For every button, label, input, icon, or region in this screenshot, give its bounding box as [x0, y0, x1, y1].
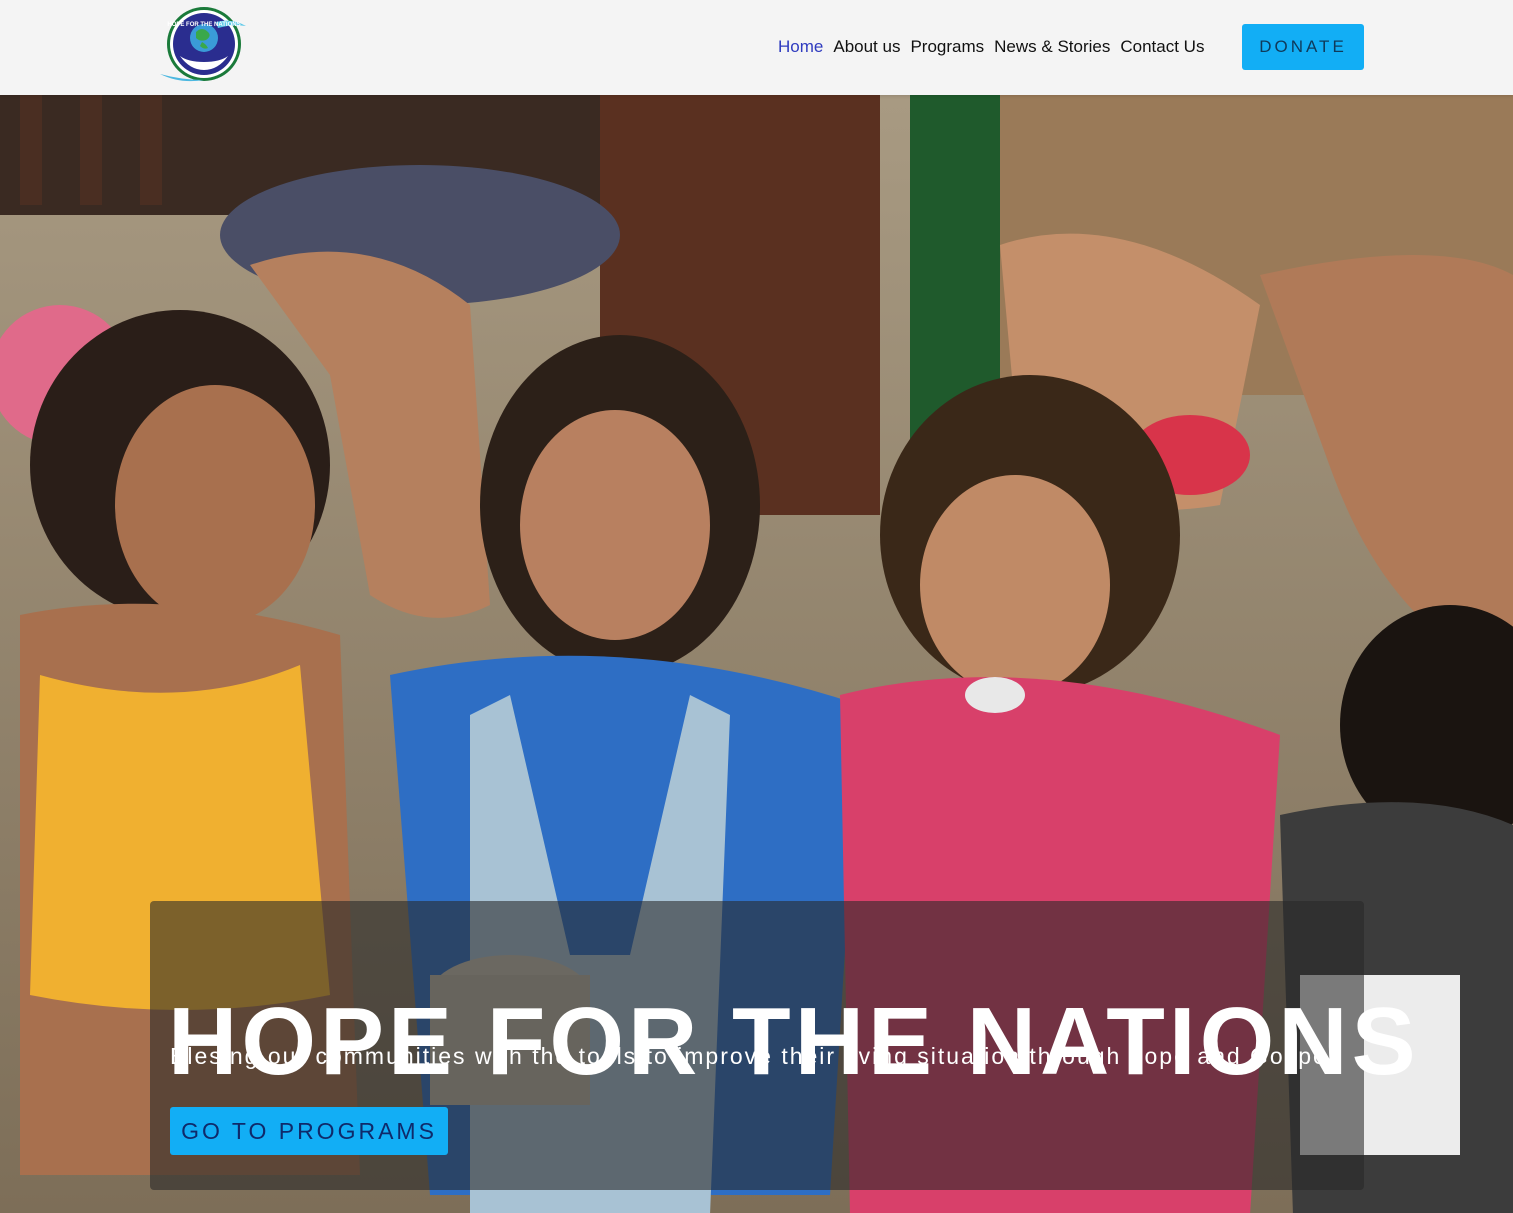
- nav-home[interactable]: Home: [778, 36, 823, 58]
- logo-text: HOPE FOR THE NATIONS: [167, 22, 240, 28]
- donate-button[interactable]: DONATE: [1242, 24, 1364, 70]
- nav-about-us[interactable]: About us: [833, 36, 900, 58]
- go-to-programs-button[interactable]: GO TO PROGRAMS: [170, 1107, 448, 1155]
- main-nav: Home About us Programs News & Stories Co…: [778, 36, 1214, 58]
- nav-news-stories[interactable]: News & Stories: [994, 36, 1110, 58]
- site-header: HOPE FOR THE NATIONS Home About us Progr…: [0, 0, 1513, 95]
- site-logo[interactable]: HOPE FOR THE NATIONS: [158, 4, 250, 86]
- nav-contact-us[interactable]: Contact Us: [1120, 36, 1204, 58]
- nav-programs[interactable]: Programs: [910, 36, 984, 58]
- globe-hands-logo-icon: HOPE FOR THE NATIONS: [160, 7, 246, 82]
- hero-subtitle: Blesing our communities with the tools t…: [170, 1043, 1335, 1069]
